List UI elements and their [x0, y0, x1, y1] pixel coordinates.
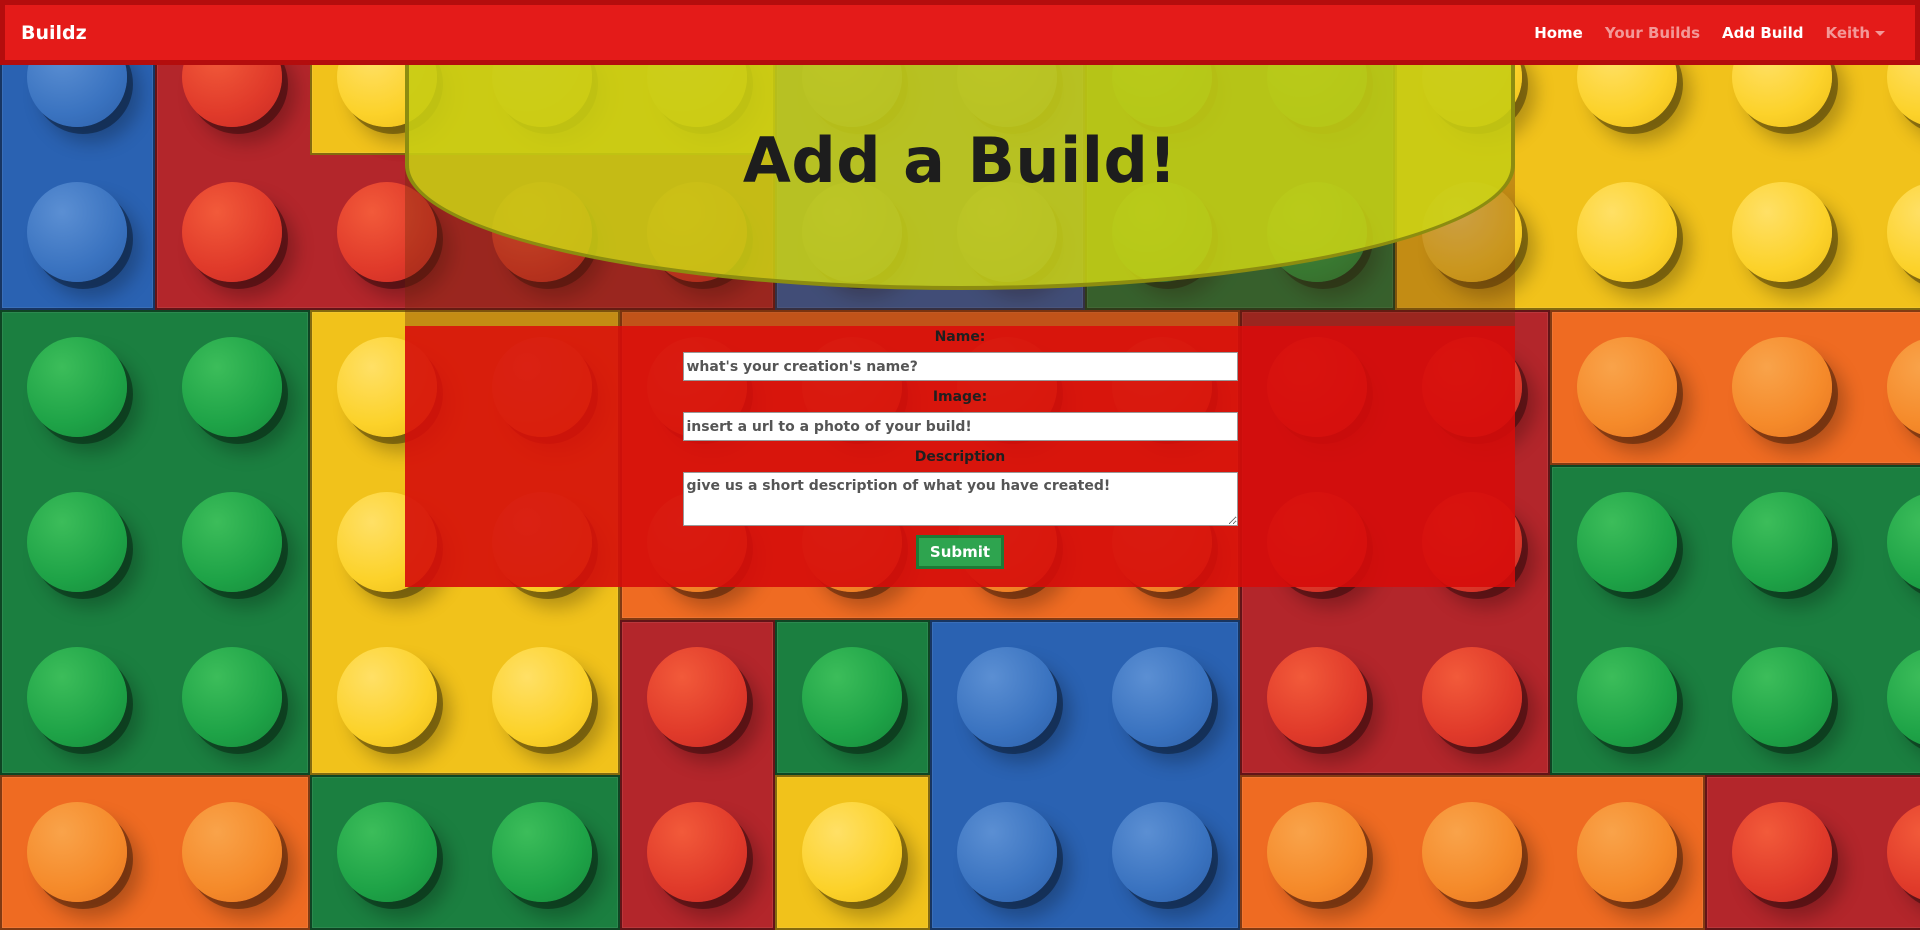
lego-stud: [492, 802, 592, 902]
page-title: Add a Build!: [742, 124, 1178, 197]
name-label: Name:: [934, 329, 986, 345]
lego-brick: [775, 775, 930, 930]
lego-stud: [182, 647, 282, 747]
user-menu-dropdown[interactable]: Keith: [1825, 24, 1885, 42]
lego-stud: [1112, 802, 1212, 902]
lego-stud: [1267, 802, 1367, 902]
lego-stud: [27, 337, 127, 437]
lego-stud: [1887, 492, 1920, 592]
lego-stud: [1267, 647, 1367, 747]
lego-stud: [1577, 182, 1677, 282]
lego-stud: [1887, 802, 1920, 902]
lego-brick: [0, 310, 310, 775]
lego-stud: [182, 802, 282, 902]
submit-button[interactable]: Submit: [915, 535, 1005, 569]
lego-stud: [1887, 182, 1920, 282]
lego-brick: [1705, 775, 1920, 930]
lego-stud: [802, 802, 902, 902]
lego-stud: [1422, 802, 1522, 902]
lego-stud: [27, 492, 127, 592]
lego-brick: [930, 620, 1240, 930]
nav-link-home[interactable]: Home: [1534, 24, 1583, 42]
lego-stud: [1732, 182, 1832, 282]
image-label: Image:: [932, 389, 988, 405]
lego-stud: [182, 492, 282, 592]
lego-stud: [1577, 337, 1677, 437]
image-url-input[interactable]: [682, 412, 1238, 441]
lego-stud: [1732, 337, 1832, 437]
lego-stud: [337, 802, 437, 902]
lego-brick: [775, 620, 930, 775]
lego-stud: [647, 647, 747, 747]
lego-brick: [1240, 775, 1705, 930]
lego-stud: [647, 802, 747, 902]
navbar: Buildz Home Your Builds Add Build Keith: [0, 0, 1920, 65]
lego-stud: [957, 802, 1057, 902]
lego-stud: [1732, 802, 1832, 902]
lego-stud: [1887, 337, 1920, 437]
lego-stud: [1887, 647, 1920, 747]
lego-stud: [1577, 492, 1677, 592]
lego-stud: [1422, 647, 1522, 747]
lego-stud: [1577, 802, 1677, 902]
lego-stud: [957, 647, 1057, 747]
lego-brick: [0, 775, 310, 930]
name-input[interactable]: [682, 352, 1238, 381]
user-name: Keith: [1825, 23, 1870, 42]
lego-stud: [1732, 647, 1832, 747]
lego-stud: [27, 802, 127, 902]
lego-brick: [1550, 465, 1920, 775]
lego-stud: [182, 182, 282, 282]
lego-stud: [1112, 647, 1212, 747]
lego-stud: [182, 337, 282, 437]
lego-stud: [27, 647, 127, 747]
lego-stud: [492, 647, 592, 747]
nav-links: Home Your Builds Add Build Keith: [1534, 24, 1899, 42]
lego-stud: [27, 182, 127, 282]
chevron-down-icon: [1875, 30, 1885, 36]
lego-stud: [1732, 492, 1832, 592]
lego-stud: [337, 647, 437, 747]
description-label: Description: [914, 449, 1006, 465]
lego-brick: [1550, 310, 1920, 465]
lego-stud: [802, 647, 902, 747]
lego-brick: [310, 775, 620, 930]
brand-logo[interactable]: Buildz: [21, 22, 87, 44]
lego-brick: [620, 620, 775, 930]
add-build-form: Name: Image: Description Submit: [405, 326, 1515, 587]
lego-stud: [1577, 647, 1677, 747]
nav-link-your-builds[interactable]: Your Builds: [1605, 24, 1700, 42]
nav-link-add-build[interactable]: Add Build: [1722, 24, 1803, 42]
description-textarea[interactable]: [682, 472, 1238, 526]
